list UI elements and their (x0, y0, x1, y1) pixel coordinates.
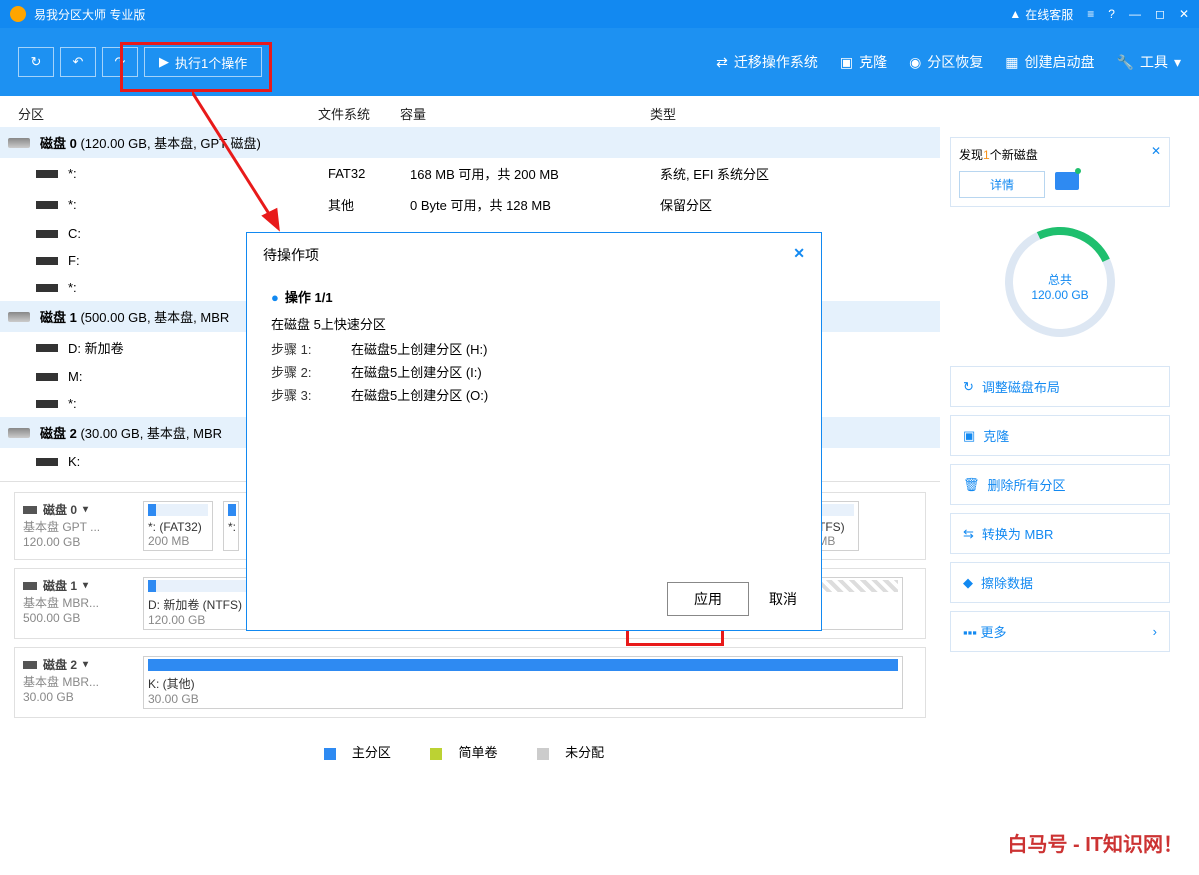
notif-close-icon[interactable]: ✕ (1151, 144, 1161, 158)
partition-row[interactable]: *:其他0 Byte 可用，共 128 MB保留分区 (0, 189, 940, 220)
bootdisk-button[interactable]: ▦ 创建启动盘 (1005, 52, 1094, 72)
app-logo-icon (10, 6, 26, 22)
delete-all-button[interactable]: 🗑 删除所有分区 (950, 464, 1170, 505)
op-header: 操作 1/1 (271, 287, 797, 306)
watermark: 白马号 - IT知识网！ (1007, 828, 1183, 857)
right-panel: ✕ 发现1个新磁盘 详情 总共 120.00 GB ↻ 调整磁盘布局 ▣ 克隆 … (940, 127, 1180, 767)
disk-header[interactable]: 磁盘 0 (120.00 GB, 基本盘, GPT 磁盘) (0, 127, 940, 158)
apply-button[interactable]: 应用 (667, 582, 749, 616)
col-capacity: 容量 (400, 104, 650, 123)
clone-side-button[interactable]: ▣ 克隆 (950, 415, 1170, 456)
disk-icon (1055, 172, 1079, 190)
disk-box[interactable]: 磁盘 2▾基本盘 MBR...30.00 GBK: (其他)30.00 GB (14, 647, 926, 718)
maximize-icon[interactable]: ◻ (1155, 7, 1165, 21)
detail-button[interactable]: 详情 (959, 171, 1045, 198)
op-desc: 在磁盘 5上快速分区 (271, 314, 797, 333)
step-row: 步骤 1:在磁盘5上创建分区 (H:) (271, 339, 797, 358)
col-partition: 分区 (18, 104, 318, 123)
titlebar: 易我分区大师 专业版 ▲ 在线客服 ≡ ? — ◻ ✕ (0, 0, 1199, 28)
recover-button[interactable]: ◉ 分区恢复 (909, 52, 983, 72)
refresh-button[interactable]: ↻ (18, 47, 54, 77)
column-headers: 分区 文件系统 容量 类型 (0, 96, 1199, 127)
convert-mbr-button[interactable]: ⇆ 转换为 MBR (950, 513, 1170, 554)
tools-button[interactable]: 🔧 工具 ▾ (1117, 52, 1181, 72)
undo-button[interactable]: ↶ (60, 47, 96, 77)
help-icon[interactable]: ? (1108, 7, 1115, 21)
more-button[interactable]: ▪▪▪ 更多› (950, 611, 1170, 652)
toolbar: ↻ ↶ ↷ ▶ 执行1个操作 ⇄ 迁移操作系统 ▣ 克隆 ◉ 分区恢复 ▦ 创建… (0, 28, 1199, 96)
close-icon[interactable]: ✕ (1179, 7, 1189, 21)
wipe-button[interactable]: ◆ 擦除数据 (950, 562, 1170, 603)
pending-ops-modal: 待操作项 ✕ 操作 1/1 在磁盘 5上快速分区 步骤 1:在磁盘5上创建分区 … (246, 232, 822, 631)
disk-usage-ring: 总共 120.00 GB (950, 227, 1170, 346)
col-type: 类型 (650, 104, 1181, 123)
col-fs: 文件系统 (318, 104, 400, 123)
online-support-button[interactable]: ▲ 在线客服 (1009, 6, 1073, 23)
step-row: 步骤 3:在磁盘5上创建分区 (O:) (271, 385, 797, 404)
menu-icon[interactable]: ≡ (1087, 7, 1094, 21)
adjust-layout-button[interactable]: ↻ 调整磁盘布局 (950, 366, 1170, 407)
minimize-icon[interactable]: — (1129, 7, 1141, 21)
redo-button[interactable]: ↷ (102, 47, 138, 77)
legend: 主分区 简单卷 未分配 (0, 736, 940, 767)
new-disk-notification: ✕ 发现1个新磁盘 详情 (950, 137, 1170, 207)
step-row: 步骤 2:在磁盘5上创建分区 (I:) (271, 362, 797, 381)
migrate-os-button[interactable]: ⇄ 迁移操作系统 (716, 52, 818, 72)
cancel-button[interactable]: 取消 (769, 589, 797, 609)
clone-button[interactable]: ▣ 克隆 (840, 52, 887, 72)
modal-close-icon[interactable]: ✕ (793, 245, 805, 265)
app-title: 易我分区大师 专业版 (34, 6, 1009, 23)
modal-title: 待操作项 (263, 245, 319, 265)
execute-button[interactable]: ▶ 执行1个操作 (144, 47, 262, 77)
partition-row[interactable]: *:FAT32168 MB 可用，共 200 MB系统, EFI 系统分区 (0, 158, 940, 189)
